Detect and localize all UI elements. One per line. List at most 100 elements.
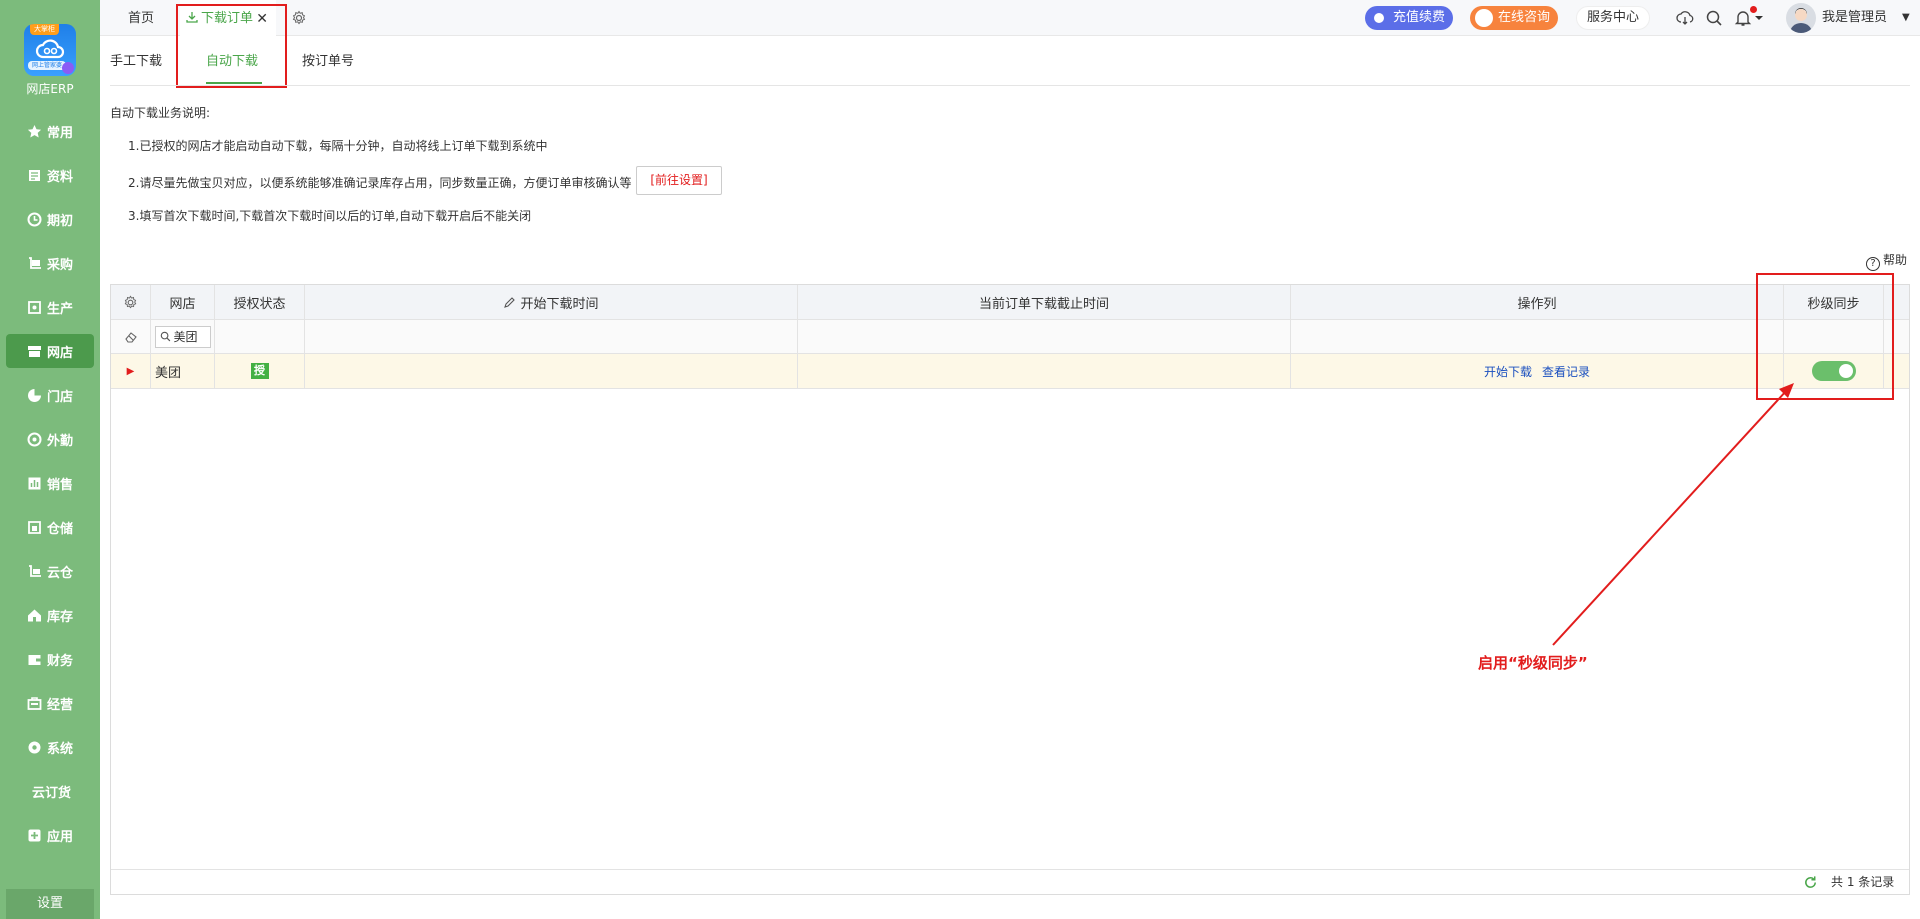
- filter-ops-cell: [1291, 320, 1784, 353]
- subtab-auto-download[interactable]: 自动下载: [206, 50, 258, 69]
- online-consult-button[interactable]: 在线咨询: [1470, 6, 1559, 30]
- help-question-icon: ?: [1866, 257, 1880, 271]
- sidebar-item-label: 系统: [47, 741, 74, 757]
- sidebar-item-16[interactable]: 应用: [6, 818, 94, 852]
- money-bag-icon: [1370, 9, 1388, 27]
- user-menu-caret-icon[interactable]: ▼: [1902, 0, 1910, 36]
- sidebar-item-label: 云订货: [32, 785, 72, 801]
- shop-filter-input[interactable]: 美团: [154, 325, 211, 348]
- edit-pencil-icon: [504, 296, 516, 308]
- logo-subtitle: 网上管家婆: [28, 61, 66, 70]
- shop-filter-value: 美团: [173, 330, 198, 344]
- sidebar-item-2[interactable]: 期初: [6, 202, 94, 236]
- bell-icon[interactable]: [1734, 9, 1752, 27]
- briefcase-icon: [26, 695, 42, 711]
- warehouse-icon: [26, 519, 42, 535]
- column-settings-cell[interactable]: [111, 285, 151, 319]
- subtab-by-order-number[interactable]: 按订单号: [302, 50, 354, 69]
- search-icon[interactable]: [1705, 9, 1723, 27]
- sidebar-item-label: 常用: [47, 125, 74, 141]
- description-title: 自动下载业务说明:: [110, 106, 211, 120]
- plus-square-icon: [26, 827, 42, 843]
- gear-icon[interactable]: [291, 10, 307, 26]
- help-link[interactable]: ? 帮助: [1866, 251, 1907, 271]
- header-cutoff-time: 当前订单下载截止时间: [798, 285, 1291, 319]
- header-start-time-label: 开始下载时间: [520, 296, 599, 312]
- recharge-label: 充值续费: [1393, 10, 1446, 25]
- sidebar-item-7[interactable]: 外勤: [6, 422, 94, 456]
- filter-auth-cell[interactable]: [215, 320, 305, 353]
- header-start-time: 开始下载时间: [305, 285, 798, 319]
- caret-down-icon[interactable]: [1754, 9, 1764, 27]
- logo-plus-badge: [62, 62, 74, 74]
- sidebar-item-14[interactable]: 系统: [6, 730, 94, 764]
- clear-filter-cell[interactable]: [111, 320, 151, 353]
- sidebar-item-8[interactable]: 销售: [6, 466, 94, 500]
- sidebar-item-label: 销售: [47, 477, 74, 493]
- description-line-3: 3.填写首次下载时间,下载首次下载时间以后的订单,自动下载开启后不能关闭: [128, 209, 532, 223]
- sidebar-item-6[interactable]: 门店: [6, 378, 94, 412]
- sidebar-item-12[interactable]: 财务: [6, 642, 94, 676]
- cloud-warehouse-icon: [26, 563, 42, 579]
- sidebar-item-label: 采购: [47, 257, 74, 273]
- sidebar-item-label: 财务: [47, 653, 74, 669]
- wallet-icon: [26, 651, 42, 667]
- goto-settings-button[interactable]: [前往设置]: [636, 166, 722, 195]
- shop-auto-download-table: 网店 授权状态 开始下载时间 当前订单下载截止时间 操作列 秒级同步 美团 ▶ …: [110, 284, 1910, 895]
- chat-icon: [1475, 9, 1493, 27]
- settings-icon: [26, 739, 42, 755]
- column-settings-gear-icon[interactable]: [123, 295, 138, 310]
- service-center-button[interactable]: 服务中心: [1576, 6, 1651, 30]
- sidebar-item-label: 云仓: [47, 565, 74, 581]
- sidebar-item-3[interactable]: 采购: [6, 246, 94, 280]
- sidebar-item-label: 库存: [47, 609, 74, 625]
- sidebar-item-9[interactable]: 仓储: [6, 510, 94, 544]
- tab-home[interactable]: 首页: [128, 0, 154, 36]
- bar-chart-icon: [26, 475, 42, 491]
- refresh-icon[interactable]: [1803, 875, 1818, 890]
- sidebar-item-11[interactable]: 库存: [6, 598, 94, 632]
- sidebar-item-1[interactable]: 资料: [6, 158, 94, 192]
- header-operations: 操作列: [1291, 285, 1784, 319]
- cart-icon: [26, 255, 42, 271]
- sidebar-item-15[interactable]: 云订货: [6, 774, 94, 808]
- annotation-label: 启用“秒级同步”: [1478, 654, 1588, 672]
- user-name[interactable]: 我是管理员: [1822, 0, 1887, 36]
- avatar[interactable]: [1786, 3, 1816, 33]
- logo-badge: 大掌柜: [30, 24, 59, 35]
- clock-icon: [26, 211, 42, 227]
- user-avatar-icon: [1790, 8, 1812, 33]
- view-records-link[interactable]: 查看记录: [1542, 363, 1590, 380]
- cloud-logo-icon: [35, 39, 65, 59]
- table-header-row: 网店 授权状态 开始下载时间 当前订单下载截止时间 操作列 秒级同步: [111, 285, 1909, 320]
- row-cutoff-time-cell: [798, 354, 1291, 388]
- record-count: 共 1 条记录: [1831, 875, 1895, 889]
- factory-icon: [26, 299, 42, 315]
- recharge-button[interactable]: 充值续费: [1365, 6, 1454, 30]
- sidebar: 大掌柜 网上管家婆 网店ERP 常用资料期初采购生产网店门店外勤销售仓储云仓库存…: [0, 0, 100, 919]
- sidebar-item-0[interactable]: 常用: [6, 114, 94, 148]
- cloud-download-icon[interactable]: [1676, 9, 1694, 27]
- start-download-link[interactable]: 开始下载: [1484, 363, 1532, 380]
- table-row[interactable]: ▶ 美团 授 开始下载 查看记录: [111, 354, 1909, 389]
- row-indicator-cell: ▶: [111, 354, 151, 388]
- sidebar-item-4[interactable]: 生产: [6, 290, 94, 324]
- eraser-icon[interactable]: [124, 330, 138, 344]
- filter-cutoff-cell[interactable]: [798, 320, 1291, 353]
- consult-label: 在线咨询: [1498, 10, 1551, 25]
- row-start-time-cell[interactable]: [305, 354, 798, 388]
- sidebar-item-5[interactable]: 网店: [6, 334, 94, 368]
- table-filter-row: 美团: [111, 320, 1909, 354]
- sidebar-item-label: 仓储: [47, 521, 74, 537]
- settings-button[interactable]: 设置: [6, 889, 94, 919]
- sidebar-item-10[interactable]: 云仓: [6, 554, 94, 588]
- subtab-divider: [110, 85, 1910, 86]
- search-icon: [160, 331, 170, 342]
- target-icon: [26, 431, 42, 447]
- row-shop-cell: 美团: [151, 354, 215, 388]
- sidebar-item-13[interactable]: 经营: [6, 686, 94, 720]
- sidebar-item-label: 经营: [47, 697, 74, 713]
- app-name: 网店ERP: [26, 82, 74, 96]
- subtab-manual-download[interactable]: 手工下载: [110, 50, 162, 69]
- filter-start-time-cell[interactable]: [305, 320, 798, 353]
